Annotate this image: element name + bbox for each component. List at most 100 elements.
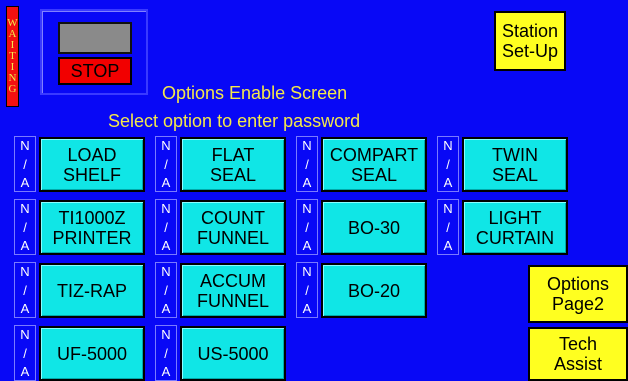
na-letter: / <box>164 219 168 235</box>
option-compart-seal-button[interactable]: COMPART SEAL <box>321 137 427 192</box>
tech-assist-button[interactable]: Tech Assist <box>528 327 628 381</box>
na-letter: A <box>161 364 171 379</box>
na-letter: A <box>302 238 312 253</box>
option-label: SEAL <box>491 164 539 185</box>
page-subtitle: Select option to enter password <box>108 111 361 131</box>
na-letter: A <box>302 175 312 190</box>
option-label: COMPART <box>329 144 419 165</box>
na-letter: N <box>443 138 453 153</box>
na-letter: N <box>161 201 171 216</box>
status-letter: G <box>8 83 17 95</box>
option-label: LOAD <box>67 144 117 165</box>
option-label: ACCUM <box>200 270 266 291</box>
station-setup-label: Set-Up <box>501 41 559 61</box>
na-letter: N <box>302 264 312 279</box>
option-ti1000z-printer-button[interactable]: TI1000Z PRINTER <box>39 200 145 255</box>
option-label: SEAL <box>350 164 398 185</box>
waiting-status-indicator: W A I T I N G <box>6 6 19 107</box>
na-indicator: N / A <box>296 136 318 192</box>
na-letter: / <box>23 282 27 298</box>
option-label: FLAT <box>211 144 255 165</box>
na-letter: A <box>20 175 30 190</box>
na-indicator: N / A <box>14 325 36 381</box>
tech-assist-label: Assist <box>553 354 602 374</box>
option-accum-funnel-button[interactable]: ACCUM FUNNEL <box>180 263 286 318</box>
option-label: FUNNEL <box>196 227 269 248</box>
na-letter: / <box>446 219 450 235</box>
na-indicator: N / A <box>155 325 177 381</box>
na-letter: N <box>302 201 312 216</box>
na-letter: A <box>20 301 30 316</box>
na-letter: A <box>443 175 453 190</box>
na-letter: A <box>161 301 171 316</box>
option-flat-seal-button[interactable]: FLAT SEAL <box>180 137 286 192</box>
na-letter: A <box>443 238 453 253</box>
option-bo-20-button[interactable]: BO-20 <box>321 263 427 318</box>
na-letter: A <box>20 364 30 379</box>
na-letter: / <box>305 282 309 298</box>
option-us-5000-button[interactable]: US-5000 <box>180 326 286 381</box>
na-letter: N <box>20 201 30 216</box>
na-indicator: N / A <box>437 136 459 192</box>
option-twin-seal-button[interactable]: TWIN SEAL <box>462 137 568 192</box>
options-page2-label: Options <box>546 274 610 294</box>
na-letter: / <box>446 156 450 172</box>
na-letter: N <box>20 138 30 153</box>
option-label: PRINTER <box>52 227 132 248</box>
na-indicator: N / A <box>14 136 36 192</box>
options-page2-button[interactable]: Options Page2 <box>528 265 628 323</box>
na-letter: A <box>161 238 171 253</box>
options-page2-label: Page2 <box>551 294 605 314</box>
option-light-curtain-button[interactable]: LIGHT CURTAIN <box>462 200 568 255</box>
status-lamp <box>58 22 132 54</box>
na-letter: N <box>302 138 312 153</box>
na-indicator: N / A <box>437 199 459 255</box>
stop-label: STOP <box>70 60 120 81</box>
na-indicator: N / A <box>296 199 318 255</box>
na-letter: N <box>20 327 30 342</box>
option-uf-5000-button[interactable]: UF-5000 <box>39 326 145 381</box>
screen: W A I T I N G STOP Options Enable Screen… <box>0 0 628 381</box>
tech-assist-label: Tech <box>558 334 598 354</box>
na-letter: N <box>20 264 30 279</box>
option-label: BO-20 <box>347 280 401 301</box>
station-setup-button[interactable]: Station Set-Up <box>494 11 566 71</box>
option-label: LIGHT <box>488 207 542 228</box>
na-letter: / <box>164 156 168 172</box>
stop-button[interactable]: STOP <box>58 57 132 85</box>
option-label: TI1000Z <box>58 207 126 228</box>
option-count-funnel-button[interactable]: COUNT FUNNEL <box>180 200 286 255</box>
na-indicator: N / A <box>155 199 177 255</box>
page-title: Options Enable Screen <box>162 83 348 103</box>
option-label: UF-5000 <box>56 343 128 364</box>
option-label: SHELF <box>62 164 122 185</box>
option-label: COUNT <box>201 207 265 228</box>
option-label: BO-30 <box>347 217 401 238</box>
option-load-shelf-button[interactable]: LOAD SHELF <box>39 137 145 192</box>
option-tiz-rap-button[interactable]: TIZ-RAP <box>39 263 145 318</box>
na-letter: N <box>443 201 453 216</box>
na-letter: N <box>161 264 171 279</box>
na-letter: A <box>302 301 312 316</box>
na-letter: / <box>305 219 309 235</box>
na-indicator: N / A <box>14 199 36 255</box>
na-letter: A <box>161 175 171 190</box>
na-letter: / <box>23 345 27 361</box>
na-letter: / <box>23 156 27 172</box>
station-setup-label: Station <box>501 21 559 41</box>
option-label: TIZ-RAP <box>57 280 127 301</box>
na-indicator: N / A <box>155 136 177 192</box>
option-label: CURTAIN <box>475 227 555 248</box>
option-label: US-5000 <box>197 343 269 364</box>
na-letter: / <box>23 219 27 235</box>
option-label: SEAL <box>209 164 257 185</box>
option-label: FUNNEL <box>196 290 269 311</box>
option-bo-30-button[interactable]: BO-30 <box>321 200 427 255</box>
na-letter: / <box>164 282 168 298</box>
na-indicator: N / A <box>296 262 318 318</box>
na-letter: A <box>20 238 30 253</box>
na-letter: / <box>305 156 309 172</box>
option-label: TWIN <box>492 144 538 165</box>
na-indicator: N / A <box>14 262 36 318</box>
na-letter: N <box>161 327 171 342</box>
